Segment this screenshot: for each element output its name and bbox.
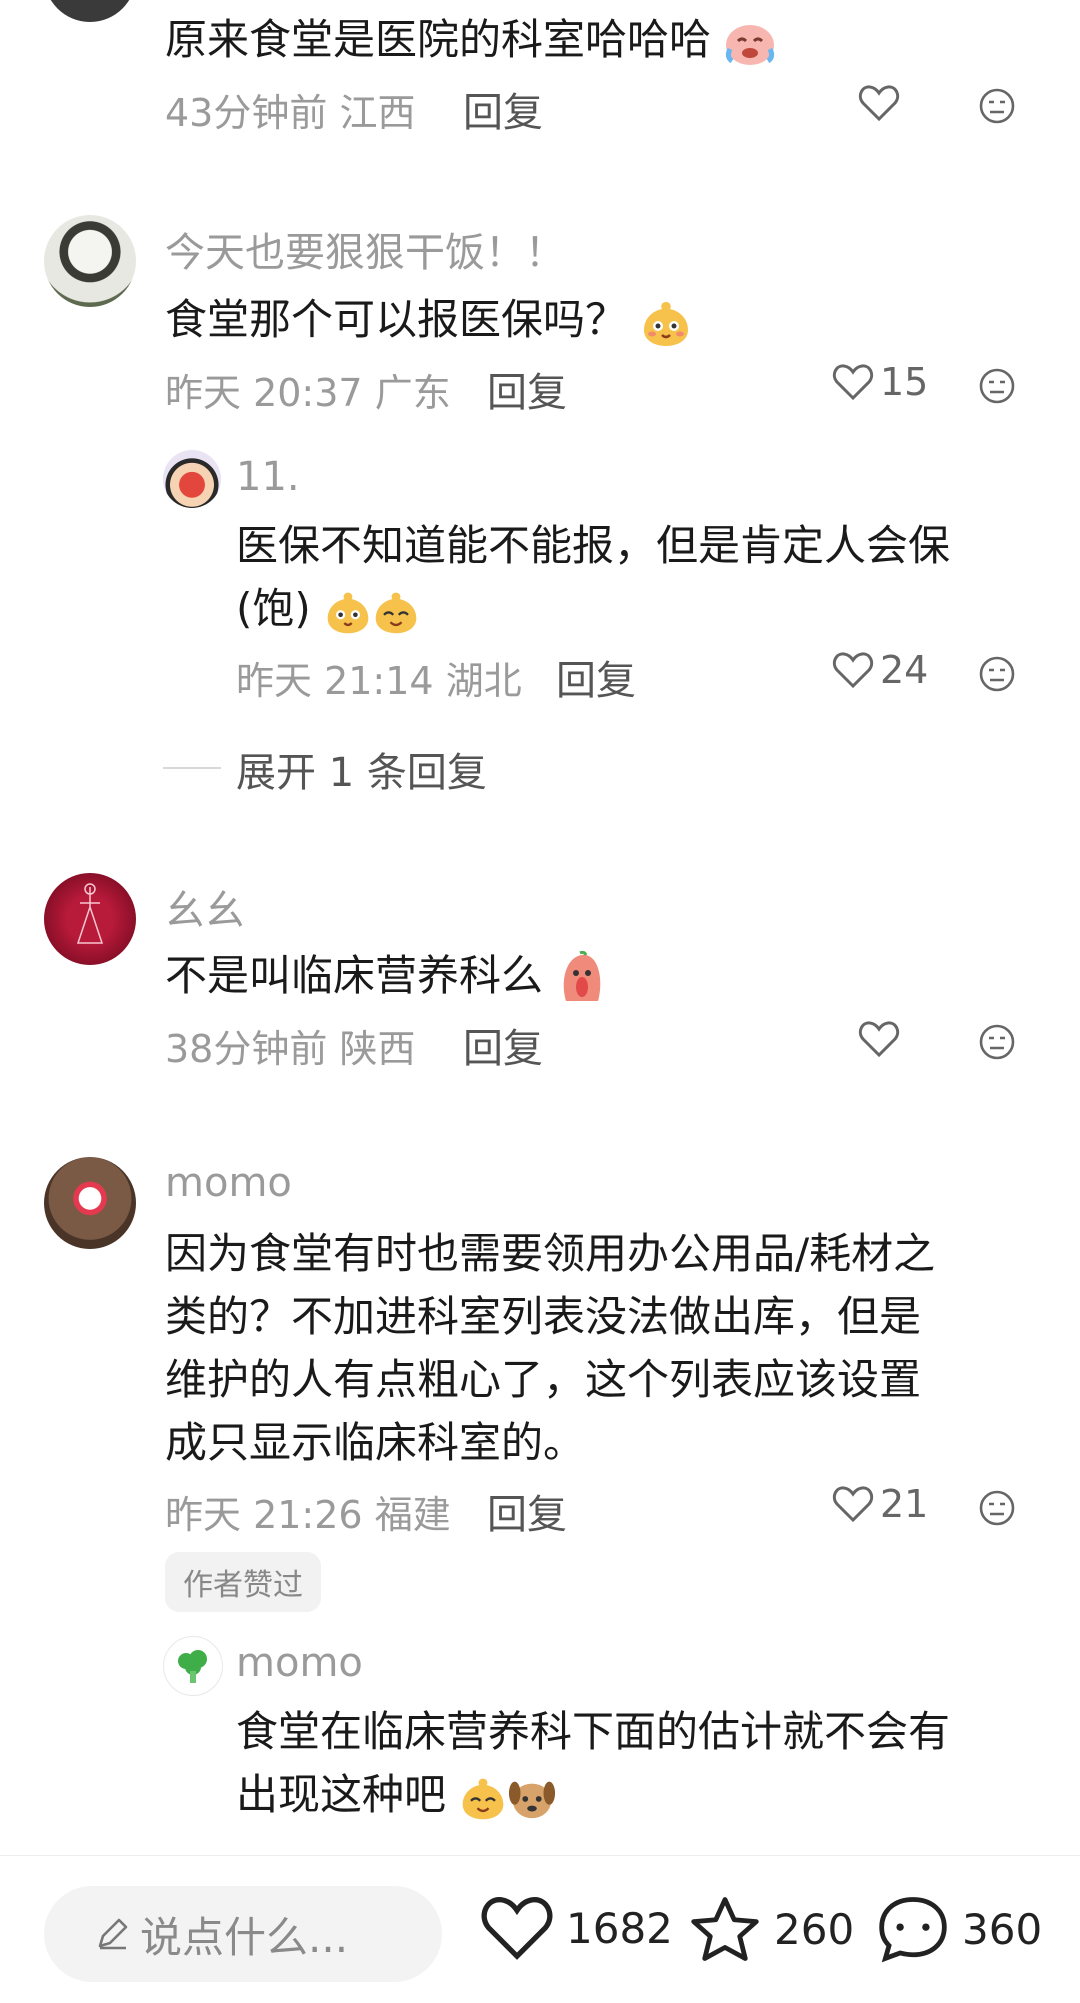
reply-button[interactable]: 回复 xyxy=(463,80,543,138)
collect-post-button[interactable]: 260 xyxy=(688,1894,854,1964)
heart-icon xyxy=(858,1021,900,1058)
dislike-icon[interactable] xyxy=(979,368,1015,404)
reply-button[interactable]: 回复 xyxy=(487,1482,567,1540)
avatar[interactable] xyxy=(44,1157,136,1249)
chat-bubble-icon xyxy=(879,1897,947,1963)
dislike-icon[interactable] xyxy=(979,1490,1015,1526)
reply-username[interactable]: momo xyxy=(236,1640,363,1686)
like-button[interactable]: 21 xyxy=(832,1482,928,1526)
comment-text: 因为食堂有时也需要领用办公用品/耗材之 类的？不加进科室列表没法做出库，但是 维… xyxy=(165,1229,936,1467)
post-comment-count: 360 xyxy=(962,1904,1043,1954)
comment-item: 今天也要狠狠干饭！！ 食堂那个可以报医保吗？ 昨天 20:37 广东 回复 15… xyxy=(0,200,1080,800)
post-star-count: 260 xyxy=(774,1904,855,1954)
reply-username[interactable]: 11. xyxy=(236,454,300,500)
reply-button[interactable]: 回复 xyxy=(556,648,636,706)
comment-item: momo 因为食堂有时也需要领用办公用品/耗材之 类的？不加进科室列表没法做出库… xyxy=(0,1150,1080,1850)
avatar[interactable] xyxy=(44,215,136,307)
avatar[interactable] xyxy=(163,450,221,508)
comment-meta: 38分钟前 陕西 xyxy=(165,1027,416,1071)
comment-meta: 43分钟前 江西 xyxy=(165,91,416,135)
broccoli-icon xyxy=(178,1650,207,1683)
scroll-fade xyxy=(0,1820,1080,1856)
author-liked-badge: 作者赞过 xyxy=(165,1552,321,1612)
post-like-count: 1682 xyxy=(566,1903,673,1953)
like-button[interactable] xyxy=(858,1020,900,1058)
expand-replies-button[interactable]: 展开 1 条回复 xyxy=(236,740,487,798)
crying-laugh-emoji-icon xyxy=(726,24,775,65)
blush-emoji-icon xyxy=(327,592,369,633)
like-button[interactable] xyxy=(858,84,900,122)
heart-icon xyxy=(858,85,900,122)
comment-text: 不是叫临床营养科么 xyxy=(165,944,608,1007)
reply-button[interactable]: 回复 xyxy=(463,1016,543,1074)
like-button[interactable]: 24 xyxy=(832,648,928,692)
figure-icon xyxy=(76,883,104,944)
comment-text: 食堂那个可以报医保吗？ xyxy=(165,288,692,351)
comment-username[interactable]: 幺幺 xyxy=(165,878,245,936)
reply-button[interactable]: 回复 xyxy=(487,360,567,418)
comment-item: 原来食堂是医院的科室哈哈哈 43分钟前 江西 回复 xyxy=(0,0,1080,136)
reply-meta: 昨天 21:14 湖北 xyxy=(236,659,522,703)
heart-icon xyxy=(832,1486,874,1523)
comment-post-button[interactable]: 360 xyxy=(876,1894,1042,1964)
like-count: 15 xyxy=(880,360,929,404)
heart-icon xyxy=(481,1897,553,1960)
comment-username[interactable]: 今天也要狠狠干饭！！ xyxy=(165,220,565,278)
heart-icon xyxy=(832,652,874,689)
comment-input-placeholder: 说点什么... xyxy=(140,1912,349,1962)
dislike-icon[interactable] xyxy=(979,88,1015,124)
comment-text: 原来食堂是医院的科室哈哈哈 xyxy=(165,8,776,71)
comment-meta: 昨天 21:26 福建 xyxy=(165,1493,451,1537)
bottom-action-bar: 说点什么... 1682 260 360 xyxy=(0,1855,1080,2003)
reply-text: 食堂在临床营养科下面的估计就不会有 出现这种吧 xyxy=(236,1700,950,1826)
comment-meta: 昨天 20:37 广东 xyxy=(165,371,451,415)
pencil-icon xyxy=(98,1918,128,1950)
dog-emoji-icon xyxy=(509,1781,556,1818)
star-icon xyxy=(691,1897,759,1961)
heart-icon xyxy=(832,364,874,401)
dislike-icon[interactable] xyxy=(979,656,1015,692)
dislike-icon[interactable] xyxy=(979,1024,1015,1060)
comment-item: 幺幺 不是叫临床营养科么 38分钟前 陕西 回复 xyxy=(0,870,1080,1100)
avatar[interactable] xyxy=(44,873,136,965)
smile-emoji-icon xyxy=(463,1778,504,1819)
like-button[interactable]: 15 xyxy=(832,360,928,404)
smile-emoji-icon xyxy=(375,592,417,633)
avatar[interactable] xyxy=(44,0,136,22)
reply-text: 医保不知道能不能报，但是肯定人会保 (饱) xyxy=(236,514,1046,640)
comment-username[interactable]: momo xyxy=(165,1160,292,1206)
avatar[interactable] xyxy=(163,1636,223,1696)
like-post-button[interactable]: 1682 xyxy=(480,1894,673,1962)
sausage-emoji-icon xyxy=(564,950,601,1001)
like-count: 21 xyxy=(880,1482,929,1526)
blush-emoji-icon xyxy=(644,301,689,346)
like-count: 24 xyxy=(880,648,929,692)
comment-input[interactable]: 说点什么... xyxy=(44,1886,442,1982)
divider xyxy=(163,767,221,769)
